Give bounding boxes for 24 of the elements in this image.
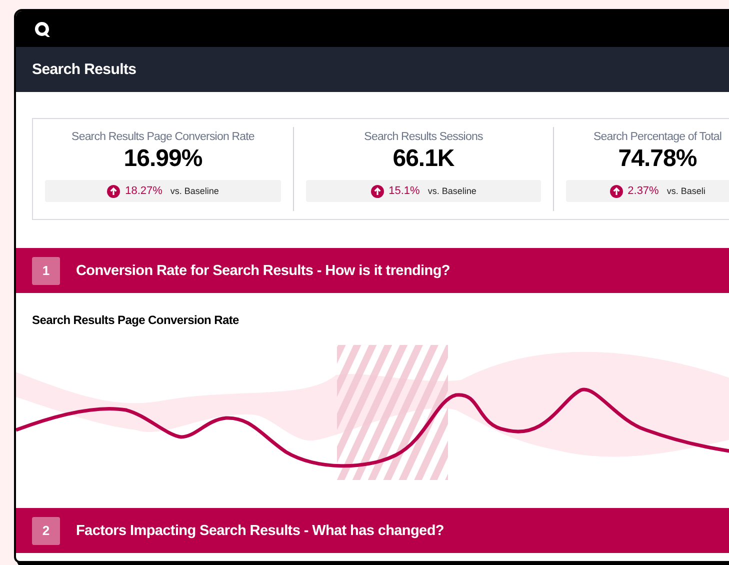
section-header[interactable]: 1 Conversion Rate for Search Results - How is it trending? <box>16 248 729 293</box>
kpi-value: 16.99% <box>124 145 202 173</box>
arrow-circle-icon <box>107 184 120 198</box>
arrow-circle-icon <box>370 184 384 198</box>
kpi-value: 66.1K <box>392 145 454 173</box>
section-number: 1 <box>32 256 60 284</box>
kpi-delta: 15.1% <box>388 185 420 197</box>
kpi-delta: 18.27% <box>125 185 162 197</box>
page-title: Search Results <box>32 61 136 78</box>
chart-title: Search Results Page Conversion Rate <box>32 313 239 327</box>
logo-icon[interactable] <box>33 20 51 38</box>
section-number: 2 <box>32 516 60 544</box>
arrow-circle-icon <box>610 184 623 198</box>
section-title: Conversion Rate for Search Results - How is it trending? <box>76 262 450 278</box>
kpi-label: Search Results Sessions <box>364 131 483 143</box>
section-title: Factors Impacting Search Results - What has changed? <box>76 522 444 538</box>
comparison-label: vs. Baseline <box>428 186 476 196</box>
comparison-label: vs. Baseline <box>170 186 219 196</box>
section-header[interactable]: 2 Factors Impacting Search Results - What has changed? <box>16 508 729 553</box>
kpi-label: Search Results Page Conversion Rate <box>72 131 254 143</box>
comparison-label: vs. Baseli <box>666 186 706 196</box>
kpi-delta: 2.37% <box>628 185 659 197</box>
kpi-value: 74.78% <box>618 145 697 173</box>
kpi-label: Search Percentage of Total <box>593 131 722 143</box>
